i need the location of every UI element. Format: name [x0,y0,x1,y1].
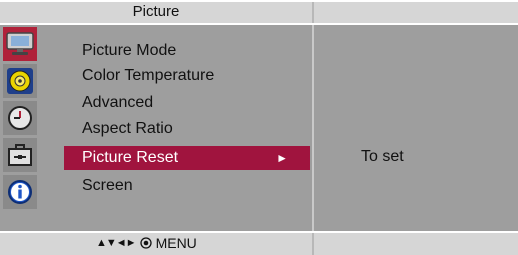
menu-item-screen[interactable]: Screen [64,174,310,198]
menu-item-picture-reset[interactable]: Picture Reset ► [64,146,310,170]
page-title: Picture [0,2,312,23]
navigation-hint: ▲▼◄► MENU [96,235,197,251]
monitor-icon [6,32,34,55]
category-option[interactable] [3,138,37,172]
enter-button-icon [139,237,152,249]
arrow-keys-icon: ▲▼◄► [96,237,137,249]
menu-item-label: Color Temperature [82,67,215,84]
menu-item-picture-mode[interactable]: Picture Mode [64,39,310,63]
category-picture[interactable] [3,27,37,61]
info-icon [8,180,32,204]
clock-icon [8,106,32,130]
menu-item-label: Aspect Ratio [82,120,173,137]
detail-panel [314,25,518,231]
menu-item-aspect-ratio[interactable]: Aspect Ratio [64,117,310,141]
sound-disc-icon [7,68,33,94]
category-time[interactable] [3,101,37,135]
menu-label: MENU [155,235,197,251]
footer-right-bar [314,233,518,255]
menu-item-label: Advanced [82,94,154,111]
osd-menu: Picture Picture Mode Color Temperature A… [0,0,518,255]
toolbox-icon [8,144,32,166]
category-sound[interactable] [3,64,37,98]
menu-item-label: Screen [82,177,133,194]
menu-item-advanced[interactable]: Advanced [64,91,310,115]
chevron-right-icon: ► [276,151,288,165]
picture-reset-value: To set [361,148,404,165]
menu-item-label: Picture Reset [82,149,179,166]
category-information[interactable] [3,175,37,209]
menu-item-color-temperature[interactable]: Color Temperature [64,64,310,88]
menu-item-label: Picture Mode [82,42,177,59]
header-right-bar [314,2,518,23]
